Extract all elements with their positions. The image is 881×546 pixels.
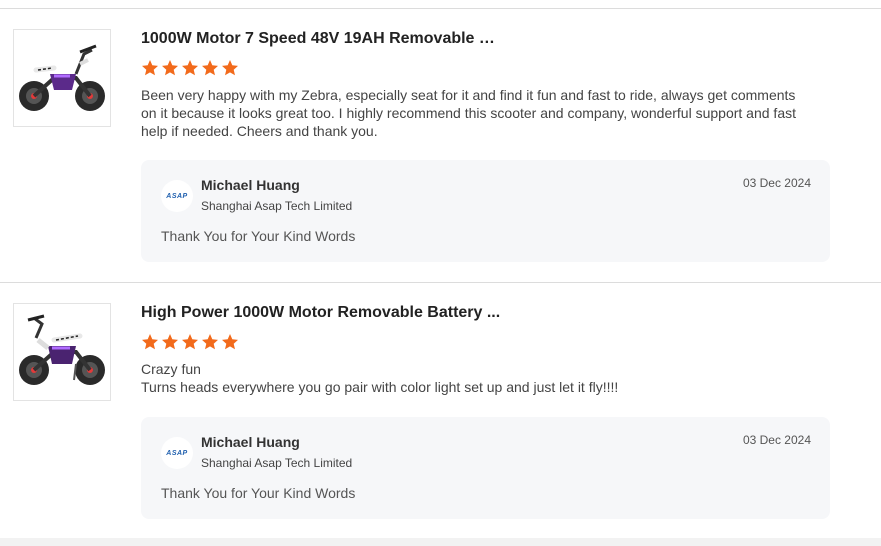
replier-name: Michael Huang xyxy=(201,177,300,193)
product-title[interactable]: 1000W Motor 7 Speed 48V 19AH Removable B… xyxy=(141,29,501,49)
product-title[interactable]: High Power 1000W Motor Removable Battery… xyxy=(141,303,501,323)
review-text: Crazy fun Turns heads everywhere you go … xyxy=(141,360,796,396)
star-icon xyxy=(142,60,158,76)
star-icon xyxy=(142,334,158,350)
replier-company: Shanghai Asap Tech Limited xyxy=(201,456,353,470)
product-thumbnail[interactable] xyxy=(13,29,111,127)
review-text-line: Turns heads everywhere you go pair with … xyxy=(141,379,619,395)
seller-reply: ASAP Michael Huang Shanghai Asap Tech Li… xyxy=(141,417,830,519)
review-divider xyxy=(0,282,881,283)
replier-name: Michael Huang xyxy=(201,434,300,450)
replier-company: Shanghai Asap Tech Limited xyxy=(201,199,353,213)
top-divider xyxy=(0,8,881,9)
star-icon xyxy=(182,334,198,350)
reply-date: 03 Dec 2024 xyxy=(742,176,811,190)
rating-stars xyxy=(141,59,239,79)
seller-reply: ASAP Michael Huang Shanghai Asap Tech Li… xyxy=(141,160,830,262)
product-thumbnail[interactable] xyxy=(13,303,111,401)
reply-text: Thank You for Your Kind Words xyxy=(161,485,356,501)
star-icon xyxy=(162,334,178,350)
reply-date: 03 Dec 2024 xyxy=(742,433,811,447)
star-icon xyxy=(202,334,218,350)
seller-avatar: ASAP xyxy=(161,180,193,212)
review-text-line: Crazy fun xyxy=(141,361,201,377)
review-text: Been very happy with my Zebra, especiall… xyxy=(141,87,796,139)
rating-stars xyxy=(141,333,239,353)
star-icon xyxy=(222,60,238,76)
ebike-image-icon xyxy=(19,44,105,111)
ebike-image-icon xyxy=(19,314,105,385)
bottom-bar xyxy=(0,538,881,546)
star-icon xyxy=(182,60,198,76)
asap-logo-icon: ASAP xyxy=(166,192,188,200)
seller-avatar: ASAP xyxy=(161,437,193,469)
star-icon xyxy=(202,60,218,76)
asap-logo-icon: ASAP xyxy=(166,449,188,457)
star-icon xyxy=(222,334,238,350)
star-icon xyxy=(162,60,178,76)
reply-text: Thank You for Your Kind Words xyxy=(161,228,356,244)
